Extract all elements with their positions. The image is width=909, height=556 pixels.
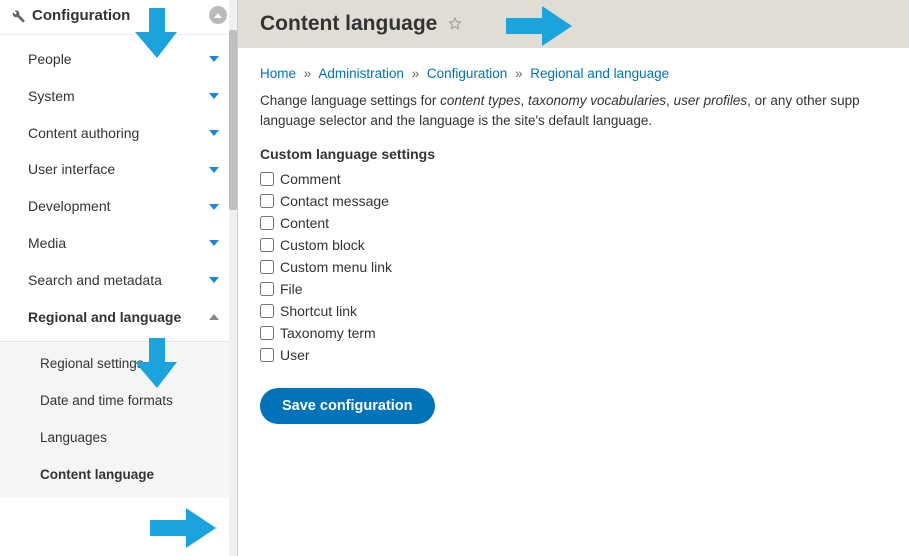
- star-icon[interactable]: [447, 16, 463, 32]
- sub-item-content-language[interactable]: Content language: [0, 457, 237, 494]
- sidebar-item-development[interactable]: Development: [0, 188, 237, 225]
- check-row-contact-message: Contact message: [260, 190, 887, 212]
- sidebar-item-label: Development: [28, 198, 209, 215]
- sidebar-title: Configuration: [32, 7, 209, 24]
- sub-item-label: Languages: [40, 430, 107, 445]
- breadcrumb-regional[interactable]: Regional and language: [530, 66, 669, 81]
- breadcrumb: Home » Administration » Configuration » …: [260, 66, 887, 81]
- breadcrumb-sep: »: [304, 66, 312, 81]
- breadcrumb-sep: »: [515, 66, 523, 81]
- page-description: Change language settings for content typ…: [260, 91, 887, 130]
- sub-item-regional-settings[interactable]: Regional settings: [0, 346, 237, 383]
- section-title: Custom language settings: [260, 146, 887, 162]
- breadcrumb-home[interactable]: Home: [260, 66, 296, 81]
- breadcrumb-sep: »: [412, 66, 420, 81]
- chevron-down-icon: [209, 240, 219, 246]
- sub-item-languages[interactable]: Languages: [0, 420, 237, 457]
- breadcrumb-admin[interactable]: Administration: [318, 66, 404, 81]
- collapse-icon[interactable]: [209, 6, 227, 24]
- check-row-user: User: [260, 344, 887, 366]
- sub-item-label: Regional settings: [40, 356, 144, 371]
- sidebar-item-media[interactable]: Media: [0, 225, 237, 262]
- sidebar-sublist: Regional settings Date and time formats …: [0, 341, 237, 498]
- check-label: File: [280, 281, 303, 297]
- sidebar-item-label: Regional and language: [28, 309, 209, 326]
- check-label: Taxonomy term: [280, 325, 376, 341]
- check-label: Comment: [280, 171, 341, 187]
- sidebar-item-label: People: [28, 51, 209, 68]
- sidebar-header: Configuration: [0, 0, 237, 35]
- sidebar-item-label: Content authoring: [28, 125, 209, 142]
- check-label: Custom block: [280, 237, 365, 253]
- check-label: Shortcut link: [280, 303, 357, 319]
- save-button[interactable]: Save configuration: [260, 388, 435, 424]
- check-row-file: File: [260, 278, 887, 300]
- checkbox-list: Comment Contact message Content Custom b…: [260, 168, 887, 366]
- check-row-content: Content: [260, 212, 887, 234]
- sidebar-item-search-metadata[interactable]: Search and metadata: [0, 262, 237, 299]
- check-taxonomy-term[interactable]: [260, 326, 274, 340]
- sidebar-item-label: Media: [28, 235, 209, 252]
- sidebar-item-system[interactable]: System: [0, 78, 237, 115]
- sub-item-label: Date and time formats: [40, 393, 173, 408]
- sidebar-item-label: User interface: [28, 161, 209, 178]
- check-custom-menu-link[interactable]: [260, 260, 274, 274]
- sidebar-item-content-authoring[interactable]: Content authoring: [0, 115, 237, 152]
- check-label: Custom menu link: [280, 259, 392, 275]
- check-row-taxonomy-term: Taxonomy term: [260, 322, 887, 344]
- sidebar-item-label: System: [28, 88, 209, 105]
- chevron-down-icon: [209, 130, 219, 136]
- page-title: Content language: [260, 12, 437, 36]
- check-label: User: [280, 347, 310, 363]
- check-shortcut-link[interactable]: [260, 304, 274, 318]
- check-row-custom-menu-link: Custom menu link: [260, 256, 887, 278]
- scroll-thumb[interactable]: [229, 30, 237, 210]
- title-bar: Content language: [238, 0, 909, 48]
- sidebar-item-user-interface[interactable]: User interface: [0, 151, 237, 188]
- check-custom-block[interactable]: [260, 238, 274, 252]
- sidebar: Configuration People System Content auth…: [0, 0, 238, 556]
- check-row-shortcut-link: Shortcut link: [260, 300, 887, 322]
- chevron-down-icon: [209, 56, 219, 62]
- sub-item-label: Content language: [40, 467, 154, 482]
- content-body: Home » Administration » Configuration » …: [238, 48, 909, 442]
- sidebar-item-people[interactable]: People: [0, 41, 237, 78]
- main-content: Content language Home » Administration »…: [238, 0, 909, 556]
- sub-item-date-time[interactable]: Date and time formats: [0, 383, 237, 420]
- sidebar-item-regional-language[interactable]: Regional and language: [0, 299, 237, 336]
- check-contact-message[interactable]: [260, 194, 274, 208]
- wrench-icon: [8, 6, 26, 24]
- check-file[interactable]: [260, 282, 274, 296]
- check-user[interactable]: [260, 348, 274, 362]
- chevron-down-icon: [209, 204, 219, 210]
- scrollbar[interactable]: [229, 0, 237, 556]
- sidebar-list: People System Content authoring User int…: [0, 35, 237, 341]
- sidebar-item-label: Search and metadata: [28, 272, 209, 289]
- breadcrumb-config[interactable]: Configuration: [427, 66, 507, 81]
- check-content[interactable]: [260, 216, 274, 230]
- chevron-down-icon: [209, 167, 219, 173]
- chevron-down-icon: [209, 277, 219, 283]
- check-comment[interactable]: [260, 172, 274, 186]
- chevron-down-icon: [209, 93, 219, 99]
- check-row-comment: Comment: [260, 168, 887, 190]
- check-label: Contact message: [280, 193, 389, 209]
- check-label: Content: [280, 215, 329, 231]
- chevron-up-icon: [209, 314, 219, 320]
- check-row-custom-block: Custom block: [260, 234, 887, 256]
